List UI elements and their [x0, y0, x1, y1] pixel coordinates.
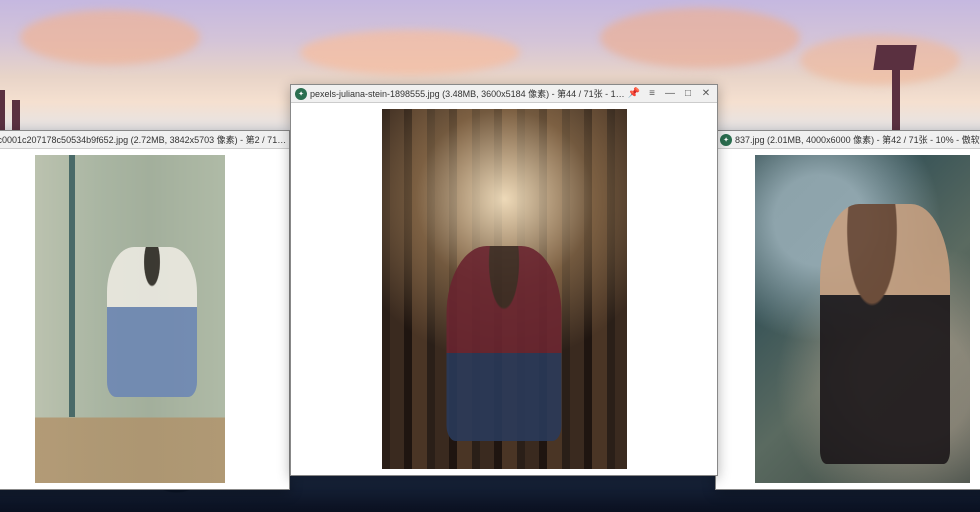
desktop-cloud — [600, 8, 800, 68]
displayed-image — [382, 109, 627, 469]
desktop-cloud — [20, 10, 200, 65]
titlebar[interactable]: ✦ pexels-juliana-stein-1898555.jpg (3.48… — [291, 85, 717, 103]
image-viewer-window-center[interactable]: ✦ pexels-juliana-stein-1898555.jpg (3.48… — [290, 84, 718, 476]
image-viewport[interactable] — [0, 149, 289, 489]
window-title: pexels-juliana-stein-1898555.jpg (3.48MB… — [310, 87, 625, 100]
close-button[interactable]: ✕ — [697, 86, 715, 102]
displayed-image — [35, 155, 225, 483]
menu-button[interactable]: ≡ — [643, 86, 661, 102]
image-viewer-window-right[interactable]: ✦ 837.jpg (2.01MB, 4000x6000 像素) - 第42 /… — [715, 130, 980, 490]
image-viewport[interactable] — [716, 149, 980, 489]
titlebar[interactable]: ✦ 0fc0001c207178c50534b9f652.jpg (2.72MB… — [0, 131, 289, 149]
minimize-button[interactable]: — — [661, 86, 679, 102]
app-icon: ✦ — [720, 134, 732, 146]
window-title: 837.jpg (2.01MB, 4000x6000 像素) - 第42 / 7… — [735, 133, 980, 146]
displayed-image — [755, 155, 970, 483]
pin-button[interactable]: 📌 — [625, 86, 643, 102]
titlebar[interactable]: ✦ 837.jpg (2.01MB, 4000x6000 像素) - 第42 /… — [716, 131, 980, 149]
app-icon: ✦ — [295, 88, 307, 100]
desktop-antenna — [873, 45, 917, 70]
maximize-button[interactable]: □ — [679, 86, 697, 102]
window-title: 0fc0001c207178c50534b9f652.jpg (2.72MB, … — [0, 133, 287, 146]
image-viewer-window-left[interactable]: ✦ 0fc0001c207178c50534b9f652.jpg (2.72MB… — [0, 130, 290, 490]
image-viewport[interactable] — [291, 103, 717, 475]
desktop-cloud — [300, 30, 520, 75]
window-controls: 📌 ≡ — □ ✕ — [625, 86, 715, 102]
